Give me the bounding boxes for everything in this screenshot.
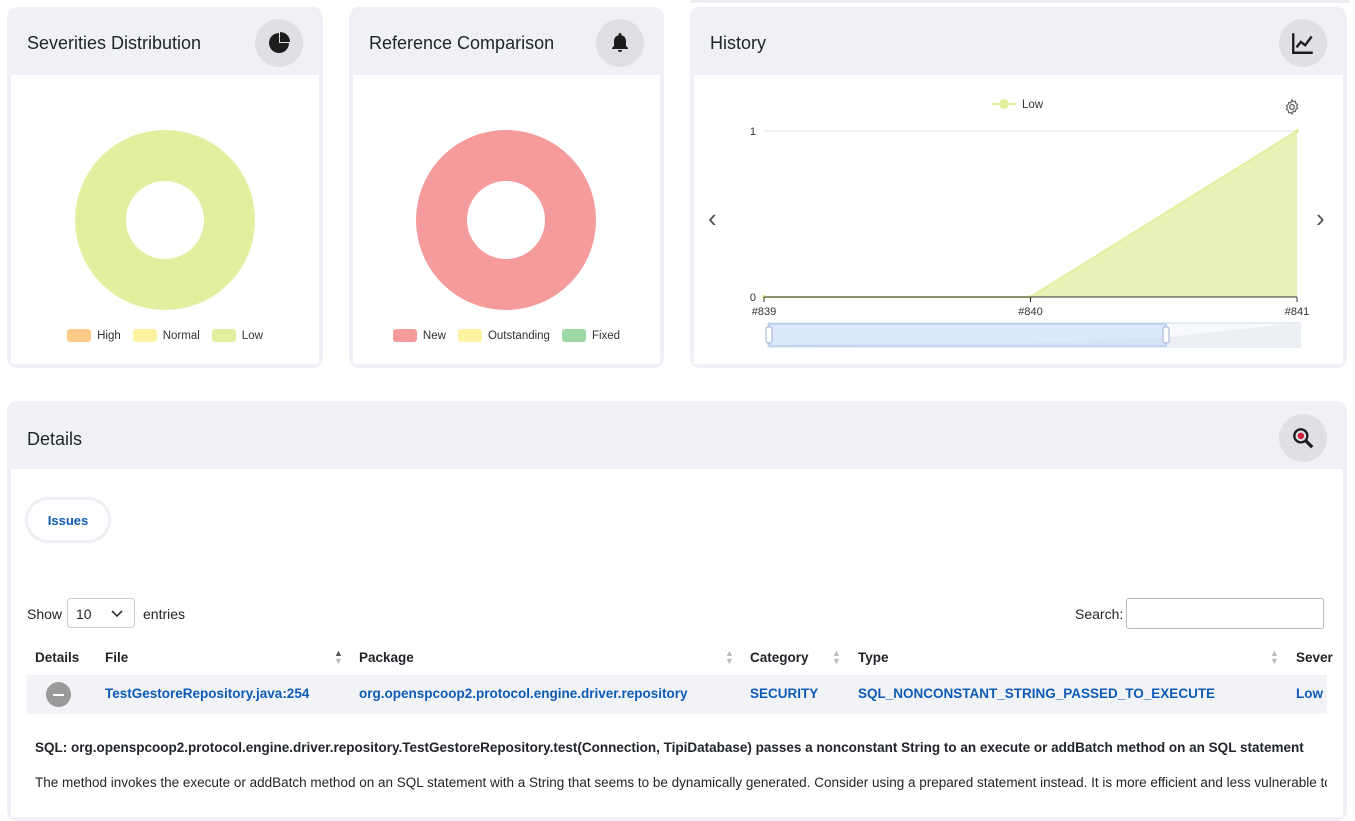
bell-icon[interactable] [596,19,644,67]
chevron-left-icon[interactable]: ‹ [708,203,717,234]
x-tick-label: #839 [752,306,776,318]
column-header-file[interactable]: File [105,650,128,665]
issue-description: The method invokes the execute or addBat… [35,775,1327,790]
pie-chart-icon[interactable] [255,19,303,67]
card-title: Reference Comparison [369,33,555,53]
area-series-low [764,131,1297,297]
legend-label: New [422,329,446,342]
chart-legend: High Normal Low [11,329,319,342]
gear-icon[interactable] [1283,98,1301,121]
y-tick-label: 0 [750,292,756,304]
x-tick-label: #841 [1285,306,1309,318]
card-body: New Outstanding Fixed [353,75,660,364]
entries-label: entries [143,606,186,622]
column-header-severity[interactable]: Sever [1296,650,1333,665]
entries-select-value: 10 [76,606,92,622]
tab-issues[interactable]: Issues [28,500,108,540]
zoom-slider-window[interactable] [768,323,1167,347]
donut-slice-new[interactable] [416,130,596,310]
legend-item-fixed[interactable]: Fixed [561,329,621,342]
card-body: High Normal Low [11,75,319,364]
column-header-type[interactable]: Type [858,650,889,665]
legend-label: Fixed [591,329,621,342]
severity-link[interactable]: Low [1296,686,1323,701]
legend-swatch [561,329,586,342]
column-header-category[interactable]: Category [750,650,809,665]
legend-item-low[interactable]: Low [211,329,263,342]
legend-item-normal[interactable]: Normal [132,329,200,342]
y-tick-label: 1 [750,126,756,138]
legend-label: Outstanding [487,329,550,342]
legend-label: High [97,329,121,342]
donut-slice-low[interactable] [75,130,255,310]
reference-donut-chart [416,130,596,310]
type-link[interactable]: SQL_NONCONSTANT_STRING_PASSED_TO_EXECUTE [858,686,1215,701]
category-link[interactable]: SECURITY [750,686,818,701]
card-body: Low 0 1 #839 #840 #841 ‹ › [694,75,1343,364]
history-card: History Low 0 1 #839 #840 #841 ‹ › [690,7,1347,368]
legend-label: Low [1022,99,1044,111]
collapse-row-icon[interactable] [46,682,71,707]
chart-legend: New Outstanding Fixed [353,329,660,342]
zoom-handle-left[interactable] [765,326,773,344]
severities-donut-chart [75,130,255,310]
legend-swatch [67,329,92,342]
card-title: Details [27,429,83,449]
legend-swatch [392,329,417,342]
file-link[interactable]: TestGestoreRepository.java:254 [105,686,309,701]
sort-icon[interactable]: ▲ ▼ [725,649,734,666]
legend-item-low[interactable]: Low [992,99,1044,111]
column-header-package[interactable]: Package [359,650,414,665]
legend-swatch [132,329,157,342]
severities-card: Severities Distribution High Normal Low [7,7,323,368]
card-title: Severities Distribution [27,33,202,53]
top-divider [690,0,1350,3]
chevron-down-icon [111,610,123,618]
legend-swatch [457,329,482,342]
issue-title: SQL: org.openspcoop2.protocol.engine.dri… [35,740,1304,755]
reference-card: Reference Comparison New Outstanding Fixed [349,7,664,368]
sort-asc-icon[interactable]: ▲ ▼ [334,649,343,666]
show-label: Show [27,606,63,622]
sort-icon[interactable]: ▲ ▼ [832,649,841,666]
data-point [1295,129,1299,133]
chevron-right-icon[interactable]: › [1316,203,1325,234]
legend-label: Normal [162,329,200,342]
legend-item-high[interactable]: High [67,329,121,342]
legend-item-new[interactable]: New [392,329,446,342]
bug-search-icon[interactable] [1279,414,1327,462]
card-body [11,469,1343,817]
card-title: History [710,33,767,53]
sort-icon[interactable]: ▲ ▼ [1270,649,1279,666]
line-chart-icon[interactable] [1279,19,1327,67]
search-label: Search: [1075,606,1124,622]
x-tick-label: #840 [1018,306,1042,318]
legend-swatch [211,329,236,342]
history-area-chart: Low 0 1 #839 #840 #841 [750,99,1309,348]
column-header-details: Details [35,650,80,665]
legend-label: Low [241,329,263,342]
package-link[interactable]: org.openspcoop2.protocol.engine.driver.r… [359,686,688,701]
zoom-handle-right[interactable] [1162,326,1170,344]
search-input[interactable] [1126,598,1324,629]
legend-item-outstanding[interactable]: Outstanding [457,329,550,342]
entries-select[interactable]: 10 [67,598,135,628]
